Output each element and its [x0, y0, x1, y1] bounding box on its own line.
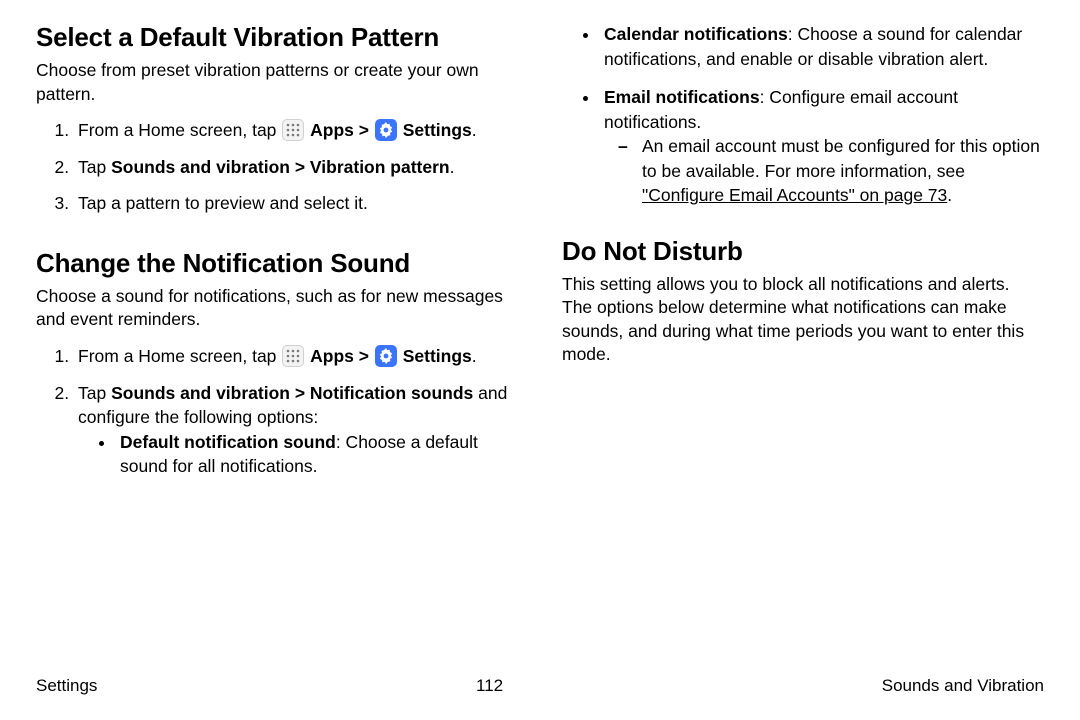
- intro-vibration-pattern: Choose from preset vibration patterns or…: [36, 59, 518, 106]
- dash-list: An email account must be configured for …: [604, 134, 1044, 208]
- cross-reference-link[interactable]: "Configure Email Accounts" on page 73: [642, 185, 947, 205]
- page-footer: Settings 112 Sounds and Vibration: [36, 676, 1044, 696]
- footer-page-number: 112: [476, 676, 503, 696]
- list-item: Default notification sound: Choose a def…: [116, 430, 518, 479]
- list-item: Calendar notifications: Choose a sound f…: [600, 22, 1044, 71]
- content-columns: Select a Default Vibration Pattern Choos…: [36, 22, 1044, 662]
- text: Tap a pattern to preview and select it.: [78, 193, 368, 213]
- heading-vibration-pattern: Select a Default Vibration Pattern: [36, 22, 518, 53]
- list-item: Email notifications: Configure email acc…: [600, 85, 1044, 208]
- settings-label: Settings: [403, 120, 472, 140]
- text: .: [450, 157, 455, 177]
- chevron: >: [354, 120, 374, 140]
- intro-notification-sound: Choose a sound for notifications, such a…: [36, 285, 518, 332]
- continued-bullets: Calendar notifications: Choose a sound f…: [562, 22, 1044, 208]
- text: Tap: [78, 157, 111, 177]
- apps-icon: [282, 345, 304, 367]
- text: An email account must be configured for …: [642, 136, 1040, 181]
- step: Tap a pattern to preview and select it.: [74, 191, 518, 216]
- text: From a Home screen, tap: [78, 346, 281, 366]
- step: Tap Sounds and vibration > Notification …: [74, 381, 518, 479]
- steps-notification: From a Home screen, tap Apps > Settings.…: [36, 344, 518, 479]
- list-item: An email account must be configured for …: [638, 134, 1044, 208]
- heading-do-not-disturb: Do Not Disturb: [562, 236, 1044, 267]
- apps-label: Apps: [310, 346, 354, 366]
- text: .: [472, 120, 477, 140]
- text: .: [947, 185, 952, 205]
- step: Tap Sounds and vibration > Vibration pat…: [74, 155, 518, 180]
- bullet-label: Calendar notifications: [604, 24, 788, 44]
- settings-icon: [375, 119, 397, 141]
- bullet-label: Default notification sound: [120, 432, 336, 452]
- chevron: >: [354, 346, 374, 366]
- bold-path: Sounds and vibration > Vibration pattern: [111, 157, 450, 177]
- text: Tap: [78, 383, 111, 403]
- bullet-label: Email notifications: [604, 87, 760, 107]
- heading-notification-sound: Change the Notification Sound: [36, 248, 518, 279]
- bold-path: Sounds and vibration > Notification soun…: [111, 383, 473, 403]
- right-column: Calendar notifications: Choose a sound f…: [562, 22, 1044, 662]
- step: From a Home screen, tap Apps > Settings.: [74, 118, 518, 143]
- text: .: [472, 346, 477, 366]
- footer-right: Sounds and Vibration: [882, 676, 1044, 696]
- apps-label: Apps: [310, 120, 354, 140]
- settings-icon: [375, 345, 397, 367]
- step: From a Home screen, tap Apps > Settings.: [74, 344, 518, 369]
- text: From a Home screen, tap: [78, 120, 281, 140]
- intro-do-not-disturb: This setting allows you to block all not…: [562, 273, 1044, 368]
- footer-left: Settings: [36, 676, 97, 696]
- left-column: Select a Default Vibration Pattern Choos…: [36, 22, 518, 662]
- apps-icon: [282, 119, 304, 141]
- sub-bullets: Default notification sound: Choose a def…: [78, 430, 518, 479]
- steps-vibration: From a Home screen, tap Apps > Settings.…: [36, 118, 518, 216]
- settings-label: Settings: [403, 346, 472, 366]
